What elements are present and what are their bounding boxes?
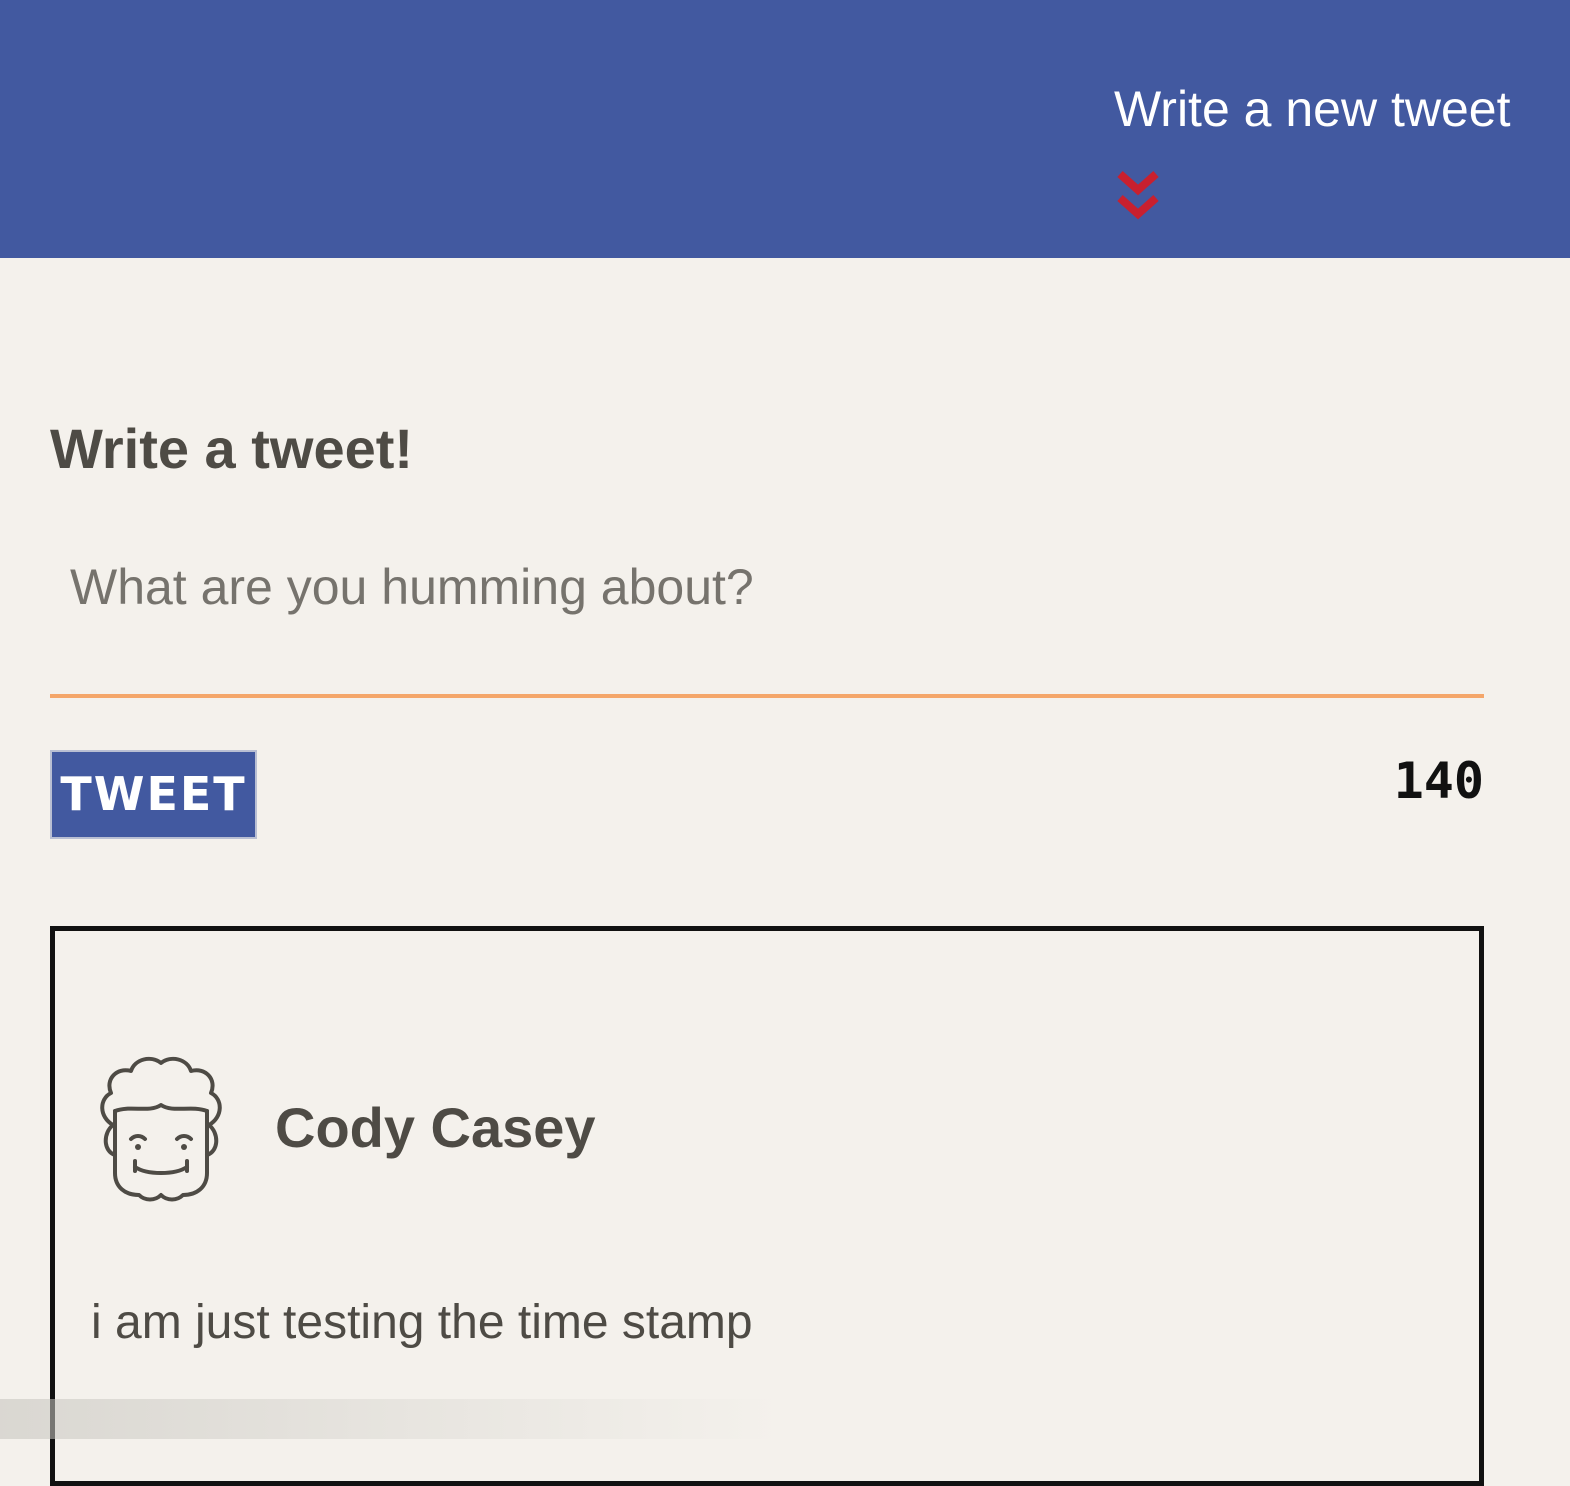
tweet-content: i am just testing the time stamp [91, 1296, 753, 1349]
character-counter: 140 [1393, 752, 1484, 810]
compose-heading: Write a tweet! [50, 417, 414, 480]
cartoon-face-avatar-icon [100, 1056, 222, 1202]
tweet-card: Cody Casey i am just testing the time st… [50, 926, 1484, 1486]
write-new-tweet-label: Write a new tweet [1114, 81, 1511, 137]
double-chevron-down-icon[interactable] [1116, 170, 1160, 224]
write-new-tweet-toggle[interactable]: Write a new tweet [1114, 78, 1511, 220]
tweet-submit-button[interactable]: TWEET [50, 750, 257, 839]
tweet-author-name: Cody Casey [275, 1096, 596, 1159]
top-navigation-bar: Write a new tweet [0, 0, 1570, 258]
tweet-text-input[interactable] [50, 548, 1484, 698]
